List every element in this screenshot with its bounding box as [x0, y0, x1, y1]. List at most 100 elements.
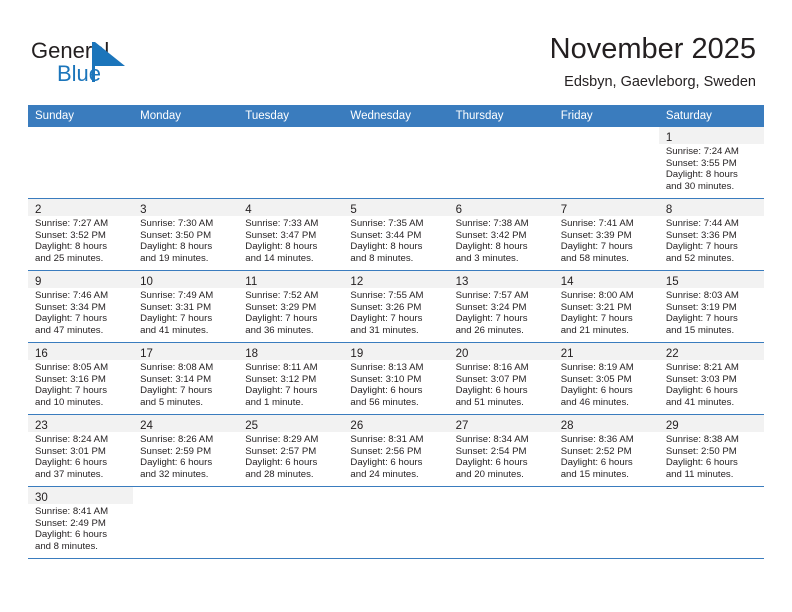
- sunset-text: Sunset: 3:42 PM: [455, 229, 527, 241]
- weekday-header-saturday: Saturday: [658, 105, 764, 127]
- sunset-text: Sunset: 2:52 PM: [560, 445, 632, 457]
- daylight-text-line1: Daylight: 6 hours: [245, 457, 318, 469]
- sunset-text: Sunset: 2:56 PM: [350, 445, 422, 457]
- day-cell-content[interactable]: 8 Sunrise: 7:44 AM Sunset: 3:36 PM Daylight…: [658, 199, 764, 270]
- sunset-text: Sunset: 2:54 PM: [455, 445, 527, 457]
- day-details: Sunrise: 8:24 AM Sunset: 3:01 PM Daylight:…: [28, 432, 133, 480]
- day-details: Sunrise: 7:35 AM Sunset: 3:44 PM Daylight:…: [343, 216, 448, 264]
- day-details: Sunrise: 7:52 AM Sunset: 3:29 PM Daylight:…: [238, 288, 343, 336]
- day-cell-content[interactable]: 7 Sunrise: 7:41 AM Sunset: 3:39 PM Daylight…: [553, 199, 659, 270]
- sunset-text: Sunset: 3:19 PM: [665, 301, 737, 313]
- day-cell-content[interactable]: 10 Sunrise: 7:49 AM Sunset: 3:31 PM Dayligh…: [133, 271, 239, 342]
- day-cell-content[interactable]: 23 Sunrise: 8:24 AM Sunset: 3:01 PM Dayligh…: [28, 415, 134, 486]
- calendar-day-cell: [343, 127, 449, 199]
- general-blue-logo[interactable]: General Blue: [31, 38, 261, 94]
- sunset-text: Sunset: 3:03 PM: [665, 373, 737, 385]
- day-number: 5: [350, 204, 357, 216]
- sunset-text: Sunset: 3:24 PM: [455, 301, 527, 313]
- day-cell-content[interactable]: 22 Sunrise: 8:21 AM Sunset: 3:03 PM Dayligh…: [658, 343, 764, 414]
- day-cell-content[interactable]: 12 Sunrise: 7:55 AM Sunset: 3:26 PM Dayligh…: [343, 271, 449, 342]
- sunset-text: Sunset: 3:52 PM: [35, 229, 106, 241]
- calendar-day-cell: 23 Sunrise: 8:24 AM Sunset: 3:01 PM Dayligh…: [28, 414, 134, 487]
- day-number-band: [238, 127, 344, 144]
- day-number: 10: [140, 276, 153, 288]
- day-cell-content[interactable]: 30 Sunrise: 8:41 AM Sunset: 2:49 PM Dayligh…: [28, 487, 134, 558]
- daylight-text-line2: and 31 minutes.: [350, 324, 419, 336]
- daylight-text-line2: and 52 minutes.: [665, 252, 735, 264]
- day-cell-content[interactable]: 14 Sunrise: 8:00 AM Sunset: 3:21 PM Dayligh…: [553, 271, 659, 342]
- day-number: 2: [35, 204, 42, 216]
- day-cell-content[interactable]: 21 Sunrise: 8:19 AM Sunset: 3:05 PM Dayligh…: [553, 343, 659, 414]
- day-details: Sunrise: 8:31 AM Sunset: 2:56 PM Daylight:…: [343, 432, 448, 480]
- daylight-text-line2: and 47 minutes.: [35, 324, 104, 336]
- daylight-text-line2: and 58 minutes.: [560, 252, 629, 264]
- day-cell-content[interactable]: 27 Sunrise: 8:34 AM Sunset: 2:54 PM Dayligh…: [448, 415, 554, 486]
- day-cell-content[interactable]: 17 Sunrise: 8:08 AM Sunset: 3:14 PM Dayligh…: [133, 343, 239, 414]
- day-number-band: 30: [28, 487, 134, 504]
- sunrise-text: Sunrise: 7:52 AM: [245, 290, 319, 301]
- day-cell-content[interactable]: 26 Sunrise: 8:31 AM Sunset: 2:56 PM Dayligh…: [343, 415, 449, 486]
- day-details: Sunrise: 8:16 AM Sunset: 3:07 PM Daylight:…: [449, 360, 554, 408]
- day-cell-content[interactable]: 4 Sunrise: 7:33 AM Sunset: 3:47 PM Daylight…: [238, 199, 344, 270]
- day-number-band: [343, 487, 449, 504]
- day-cell-content[interactable]: 11 Sunrise: 7:52 AM Sunset: 3:29 PM Dayligh…: [238, 271, 344, 342]
- daylight-text-line1: Daylight: 8 hours: [140, 241, 213, 253]
- day-cell-content[interactable]: 24 Sunrise: 8:26 AM Sunset: 2:59 PM Dayligh…: [133, 415, 239, 486]
- daylight-text-line1: Daylight: 6 hours: [35, 529, 107, 541]
- day-number: 6: [455, 204, 462, 216]
- day-cell-content[interactable]: 6 Sunrise: 7:38 AM Sunset: 3:42 PM Daylight…: [448, 199, 554, 270]
- day-number-band: 24: [133, 415, 239, 432]
- day-number-band: 26: [343, 415, 449, 432]
- calendar-day-cell: 10 Sunrise: 7:49 AM Sunset: 3:31 PM Dayligh…: [133, 270, 239, 343]
- day-cell-content[interactable]: 29 Sunrise: 8:38 AM Sunset: 2:50 PM Dayligh…: [658, 415, 764, 486]
- page-title: November 2025: [549, 33, 756, 65]
- daylight-text-line2: and 24 minutes.: [350, 468, 419, 480]
- day-cell-content[interactable]: 2 Sunrise: 7:27 AM Sunset: 3:52 PM Daylight…: [28, 199, 134, 270]
- day-cell-content[interactable]: 19 Sunrise: 8:13 AM Sunset: 3:10 PM Dayligh…: [343, 343, 449, 414]
- day-cell-content[interactable]: 3 Sunrise: 7:30 AM Sunset: 3:50 PM Daylight…: [133, 199, 239, 270]
- daylight-text-line1: Daylight: 6 hours: [665, 457, 738, 469]
- day-cell-content[interactable]: 1 Sunrise: 7:24 AM Sunset: 3:55 PM Daylight…: [658, 127, 764, 198]
- daylight-text-line1: Daylight: 7 hours: [140, 313, 213, 325]
- day-cell-content[interactable]: 25 Sunrise: 8:29 AM Sunset: 2:57 PM Dayligh…: [238, 415, 344, 486]
- sunrise-text: Sunrise: 8:26 AM: [140, 434, 214, 445]
- day-cell-content[interactable]: 28 Sunrise: 8:36 AM Sunset: 2:52 PM Dayligh…: [553, 415, 659, 486]
- sunrise-text: Sunrise: 8:31 AM: [350, 434, 424, 445]
- day-cell-content[interactable]: 18 Sunrise: 8:11 AM Sunset: 3:12 PM Dayligh…: [238, 343, 344, 414]
- day-cell-content[interactable]: 20 Sunrise: 8:16 AM Sunset: 3:07 PM Dayligh…: [448, 343, 554, 414]
- day-number-band: 14: [553, 271, 659, 288]
- day-cell-content[interactable]: 5 Sunrise: 7:35 AM Sunset: 3:44 PM Daylight…: [343, 199, 449, 270]
- day-cell-empty: [448, 487, 554, 558]
- sunset-text: Sunset: 3:21 PM: [560, 301, 632, 313]
- daylight-text-line2: and 21 minutes.: [560, 324, 629, 336]
- day-number-band: 23: [28, 415, 134, 432]
- day-details: Sunrise: 8:05 AM Sunset: 3:16 PM Daylight:…: [28, 360, 133, 408]
- day-details: Sunrise: 8:34 AM Sunset: 2:54 PM Daylight:…: [449, 432, 554, 480]
- calendar-header-row: Sunday Monday Tuesday Wednesday Thursday…: [28, 105, 764, 127]
- calendar-day-cell: 4 Sunrise: 7:33 AM Sunset: 3:47 PM Daylight…: [238, 198, 344, 271]
- day-details: Sunrise: 7:41 AM Sunset: 3:39 PM Daylight:…: [554, 216, 659, 264]
- day-number-band: 20: [448, 343, 554, 360]
- day-cell-content[interactable]: 16 Sunrise: 8:05 AM Sunset: 3:16 PM Dayligh…: [28, 343, 134, 414]
- day-details: Sunrise: 7:44 AM Sunset: 3:36 PM Daylight:…: [659, 216, 764, 264]
- calendar-day-cell: [238, 127, 344, 199]
- day-cell-content[interactable]: 13 Sunrise: 7:57 AM Sunset: 3:24 PM Dayligh…: [448, 271, 554, 342]
- day-details: Sunrise: 7:33 AM Sunset: 3:47 PM Daylight:…: [238, 216, 343, 264]
- sunrise-text: Sunrise: 7:49 AM: [140, 290, 214, 301]
- sunset-text: Sunset: 2:49 PM: [35, 517, 106, 529]
- day-cell-empty: [343, 487, 449, 558]
- day-number: 16: [35, 348, 48, 360]
- daylight-text-line2: and 10 minutes.: [35, 396, 104, 408]
- sunset-text: Sunset: 3:39 PM: [560, 229, 632, 241]
- day-cell-content[interactable]: 15 Sunrise: 8:03 AM Sunset: 3:19 PM Dayligh…: [658, 271, 764, 342]
- daylight-text-line1: Daylight: 7 hours: [245, 385, 318, 397]
- sunrise-text: Sunrise: 7:44 AM: [665, 218, 739, 229]
- day-cell-content[interactable]: 9 Sunrise: 7:46 AM Sunset: 3:34 PM Daylight…: [28, 271, 134, 342]
- calendar-day-cell: 20 Sunrise: 8:16 AM Sunset: 3:07 PM Dayligh…: [448, 342, 554, 415]
- day-number: 28: [560, 420, 574, 432]
- sunrise-text: Sunrise: 7:41 AM: [560, 218, 634, 229]
- page-subtitle: Edsbyn, Gaevleborg, Sweden: [564, 74, 756, 90]
- sunset-text: Sunset: 3:50 PM: [140, 229, 212, 241]
- daylight-text-line1: Daylight: 6 hours: [455, 457, 528, 469]
- calendar-day-cell: 2 Sunrise: 7:27 AM Sunset: 3:52 PM Daylight…: [28, 198, 134, 271]
